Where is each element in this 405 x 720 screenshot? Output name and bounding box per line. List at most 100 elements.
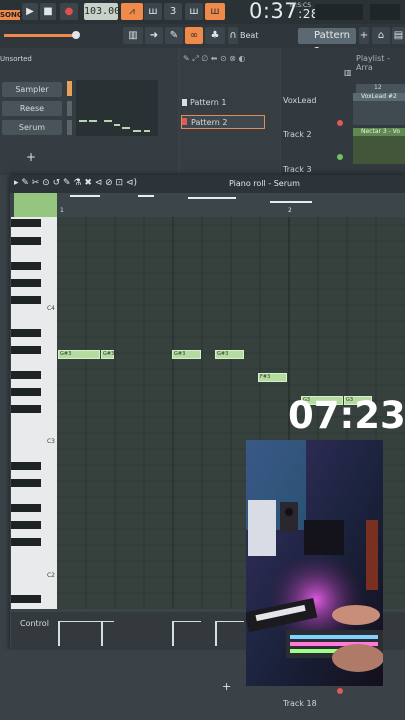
metronome-active-icon[interactable]: ⩘ [121,3,143,20]
black-key[interactable] [11,504,41,512]
note[interactable]: G#3 [58,350,100,359]
mini-note [144,130,150,132]
snap-magnet-icon[interactable]: ∩ [228,27,238,44]
note[interactable]: G#3 [172,350,201,359]
pattern-picker-panel [180,48,280,175]
channel-select-serum[interactable] [67,120,72,135]
pattern-color-icon [182,99,187,106]
automation-clip[interactable]: Nectar 3 - Vo [353,128,405,136]
note[interactable]: F#3 [258,373,287,382]
add-pattern-icon[interactable]: + [359,27,369,44]
black-key[interactable] [11,521,41,529]
time-unit-label: M:S:CS [290,2,312,9]
automation-clip-body [353,136,405,164]
channel-select-reese[interactable] [67,101,72,116]
mini-piano-roll-preview[interactable] [76,80,158,136]
mixer-icon[interactable]: ♣ [205,27,225,44]
wait-icon[interactable]: ш [144,3,162,20]
mini-note [89,120,97,122]
velocity-bar[interactable] [58,621,60,646]
loop-record-icon[interactable]: ш [205,3,225,20]
audio-clip[interactable]: VoxLead #2 [353,93,405,101]
channel-serum[interactable]: Serum [2,120,62,135]
ruler-marker [270,201,312,203]
play-icon[interactable]: ▶ [22,3,38,20]
track-name[interactable]: Track 3 [283,165,312,174]
track-mute-icon[interactable] [337,154,343,160]
velocity-cap [58,621,114,622]
channel-sampler[interactable]: Sampler [2,82,62,97]
key-label-c3: C3 [46,438,55,445]
velocity-bar[interactable] [101,621,103,646]
black-key[interactable] [11,462,41,470]
black-key[interactable] [11,371,41,379]
master-volume-slider[interactable] [4,34,78,37]
draw-icon[interactable]: ✎ [165,27,183,44]
track-name[interactable]: Track 2 [283,130,312,139]
ruler-marker [188,197,236,199]
piano-icon[interactable]: ▥ [344,68,356,78]
record-icon[interactable]: ● [60,3,78,20]
piano-keyboard[interactable]: C4 C3 C2 [11,217,57,609]
velocity-bar[interactable] [172,621,174,646]
control-lane-label[interactable]: Control [20,619,49,628]
track-name[interactable]: Track 18 [283,699,317,708]
pattern-selector[interactable]: Pattern 2 [298,28,356,57]
track-mute-icon[interactable] [337,688,343,694]
black-key[interactable] [11,279,41,287]
webcam-video [246,440,383,686]
playlist-title: Playlist - Arra [356,54,390,72]
overlay-clock: 07:23 [288,394,405,437]
link-icon[interactable]: ∞ [185,27,203,44]
mini-note [122,127,130,129]
channel-reese[interactable]: Reese [2,101,62,116]
black-key[interactable] [11,538,41,546]
add-channel-icon[interactable]: + [26,150,36,164]
mini-note [79,120,87,122]
black-key[interactable] [11,329,41,337]
stop-icon[interactable]: ■ [40,3,56,20]
ruler-marker [70,195,100,197]
piano-roll-title: Piano roll - Serum [229,179,300,188]
browser-icon[interactable]: ▤ [392,27,405,44]
tempo-display[interactable]: 103.000 [84,3,126,20]
black-key[interactable] [11,595,41,603]
song-mode-badge[interactable]: SONG [0,10,23,20]
black-key[interactable] [11,479,41,487]
velocity-bar[interactable] [215,621,217,646]
track-name[interactable]: VoxLead [283,96,316,105]
arrow-icon[interactable]: ➜ [145,27,163,44]
velocity-cap [215,621,244,622]
snap-selector[interactable] [14,193,57,217]
black-key[interactable] [11,296,41,304]
countdown-icon[interactable]: 3 [164,3,182,20]
black-key[interactable] [11,219,41,227]
black-key[interactable] [11,262,41,270]
note[interactable]: G#3 [215,350,244,359]
tempo-icon[interactable]: ⌂ [372,27,390,44]
pattern-item-selected[interactable]: Pattern 2 [181,115,265,129]
key-label-c4: C4 [46,305,55,312]
black-key[interactable] [11,237,41,245]
studio-scene [246,440,383,686]
audio-waveform [353,101,405,125]
memory-graph [370,4,400,20]
channel-group[interactable]: Unsorted [0,55,32,63]
note[interactable]: G#3 [101,350,114,359]
track-mute-icon[interactable] [337,120,343,126]
snap-value[interactable]: Beat [240,31,258,40]
black-key[interactable] [11,405,41,413]
mini-note [114,124,120,126]
channel-select-sampler[interactable] [67,81,72,96]
pattern-color-icon [182,118,187,125]
volume-knob[interactable] [72,31,80,39]
key-label-c2: C2 [46,572,55,579]
black-key[interactable] [11,346,41,354]
piano-roll-tool-icons[interactable]: ▸ ✎ ✂ ⊙ ↺ ✎ ⚗ ✖ ⊲ ⊘ ⊡ ⊲) [14,178,137,188]
pattern-item[interactable]: Pattern 1 [181,96,265,110]
black-key[interactable] [11,388,41,396]
piano-icon[interactable]: ▥ [123,27,143,44]
ruler-label: 1 [60,207,64,214]
step-edit-icon[interactable]: ш [185,3,203,20]
add-track-icon[interactable]: + [222,680,231,693]
